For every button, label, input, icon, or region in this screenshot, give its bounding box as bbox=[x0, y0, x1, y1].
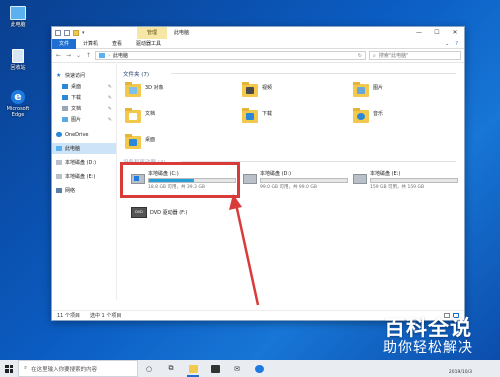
windows-logo-icon bbox=[5, 364, 13, 373]
taskbar-mail-icon[interactable]: ✉ bbox=[226, 360, 248, 377]
taskbar-date: 2019/10/3 bbox=[448, 370, 472, 375]
taskbar-search-input[interactable]: ⌕ 在这里输入你要搜索的内容 bbox=[18, 360, 138, 377]
start-button[interactable] bbox=[0, 360, 18, 377]
watermark-title: 百科全说 bbox=[384, 316, 472, 340]
taskbar: ⌕ 在这里输入你要搜索的内容 ○ ⧉ ✉ 2019/10/3 bbox=[0, 360, 500, 377]
watermark-subtitle: 助你轻松解决 bbox=[383, 340, 473, 356]
watermark: 百科全说 助你轻松解决 bbox=[364, 317, 492, 361]
taskbar-explorer-icon[interactable] bbox=[182, 360, 204, 377]
task-view-icon[interactable]: ⧉ bbox=[160, 360, 182, 377]
search-icon: ⌕ bbox=[24, 365, 28, 371]
cortana-icon[interactable]: ○ bbox=[138, 360, 160, 377]
taskbar-search-placeholder: 在这里输入你要搜索的内容 bbox=[31, 366, 98, 373]
taskbar-edge-icon[interactable] bbox=[248, 360, 270, 377]
taskbar-store-icon[interactable] bbox=[204, 360, 226, 377]
